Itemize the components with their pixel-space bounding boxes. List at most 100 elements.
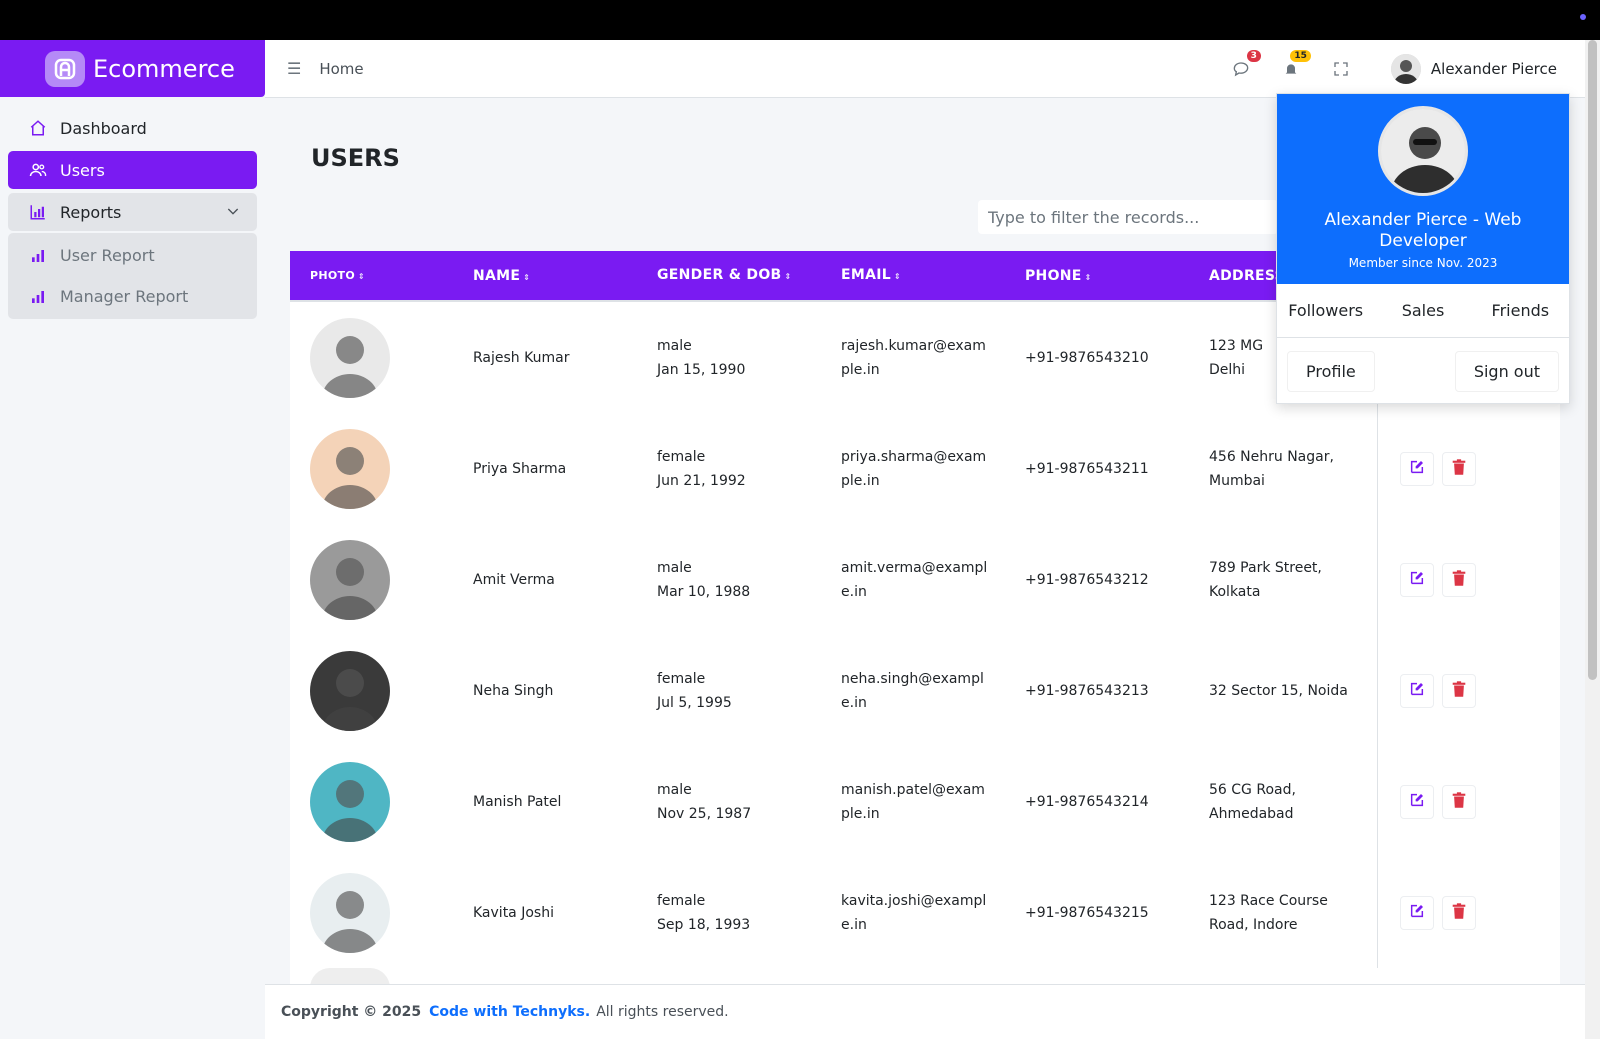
address-line: 123 Race Course [1209,892,1328,909]
trash-icon [1452,680,1466,701]
gender: female [657,892,706,909]
table-row: Manish Patel male Nov 25, 1987 manish.patel… [290,746,1560,857]
email-cell: kavita.joshi@exampl e.in [841,889,1025,937]
edit-button[interactable] [1400,895,1434,930]
scrollbar-thumb[interactable] [1588,40,1597,680]
delete-button[interactable] [1442,895,1476,930]
user-menu-toggle[interactable]: Alexander Pierce [1390,54,1557,84]
gender: male [657,337,692,354]
sort-icon: ⇕ [1084,272,1092,282]
sidebar-item-label: Dashboard [60,118,147,138]
dob: Jun 21, 1992 [657,472,746,489]
followers-link[interactable]: Followers [1277,301,1374,320]
dob: Jul 5, 1995 [657,694,732,711]
email-line: ple.in [841,361,880,378]
sales-link[interactable]: Sales [1374,301,1471,320]
address-line: 56 CG Road, [1209,781,1296,798]
messages-badge: 3 [1246,50,1261,62]
delete-button[interactable] [1442,562,1476,597]
gender-dob-cell: male Nov 25, 1987 [657,778,841,826]
dob: Mar 10, 1988 [657,583,751,600]
filter-input[interactable] [978,200,1278,234]
user-photo [310,872,390,953]
column-header-phone[interactable]: PHONE ⇕ [1025,268,1209,284]
fullscreen-icon[interactable] [1329,57,1353,81]
photo-cell [290,872,473,953]
header-actions: 3 15 Alexander Pierce [1229,40,1585,98]
sidebar-item-users[interactable]: Users [8,151,257,189]
actions-cell [1377,524,1484,635]
sign-out-button[interactable]: Sign out [1454,350,1559,392]
avatar [1378,106,1468,196]
footer-copyright: Copyright © 2025 [281,1004,422,1020]
photo-cell [290,428,473,509]
user-dropdown-stats: Followers Sales Friends [1277,284,1569,338]
brand-title: Ecommerce [93,54,235,83]
gender-dob-cell: female Jul 5, 1995 [657,667,841,715]
phone-cell: +91-9876543214 [1025,793,1149,810]
name-cell: Priya Sharma [473,460,567,477]
name-cell: Manish Patel [473,793,562,810]
table-row: Kavita Joshi female Sep 18, 1993 kavita.jos… [290,857,1560,968]
sidebar-item-user-report[interactable]: User Report [8,235,257,276]
photo-cell [290,761,473,842]
edit-button[interactable] [1400,673,1434,708]
column-header-email[interactable]: EMAIL ⇕ [841,263,1025,289]
hamburger-menu-icon[interactable]: ☰ [287,59,301,78]
gender-dob-cell: female Sep 18, 1993 [657,889,841,937]
email-line: e.in [841,583,867,600]
messages-icon[interactable]: 3 [1229,50,1261,81]
trash-icon [1452,458,1466,479]
table-row: Neha Singh female Jul 5, 1995 neha.singh@ex… [290,635,1560,746]
address-cell: 789 Park Street, Kolkata [1209,556,1359,604]
user-dropdown: Alexander Pierce - Web Developer Member … [1276,93,1570,404]
sidebar-item-dashboard[interactable]: Dashboard [8,109,257,147]
column-header-name[interactable]: NAME ⇕ [473,268,657,284]
delete-button[interactable] [1442,673,1476,708]
phone-cell: +91-9876543211 [1025,460,1149,477]
breadcrumb-home[interactable]: Home [319,60,363,78]
email-line: priya.sharma@exam [841,448,987,465]
address-line: 456 Nehru Nagar, [1209,448,1334,465]
edit-icon [1409,792,1425,812]
delete-button[interactable] [1442,784,1476,819]
indicator-dot [1580,14,1586,20]
browser-top-bar [0,0,1600,40]
name-cell: Amit Verma [473,571,555,588]
dob: Sep 18, 1993 [657,916,751,933]
delete-button[interactable] [1442,451,1476,486]
friends-link[interactable]: Friends [1472,301,1569,320]
edit-icon [1409,903,1425,923]
user-photo [310,428,390,509]
edit-button[interactable] [1400,562,1434,597]
notifications-icon[interactable]: 15 [1279,50,1311,81]
sidebar-item-label: Reports [60,202,122,222]
column-header-gender-dob[interactable]: GENDER & DOB ⇕ [657,263,841,289]
phone-cell: +91-9876543212 [1025,571,1149,588]
actions-cell [1377,413,1484,524]
address-cell: 123 Race Course Road, Indore [1209,889,1359,937]
email-line: e.in [841,694,867,711]
address-line: Ahmedabad [1209,805,1294,822]
gender-dob-cell: female Jun 21, 1992 [657,445,841,493]
footer-link[interactable]: Code with Technyks. [429,1004,590,1020]
brand[interactable]: Ecommerce [0,40,265,97]
profile-button[interactable]: Profile [1287,350,1375,392]
address-line: Kolkata [1209,583,1261,600]
email-line: e.in [841,916,867,933]
sidebar-item-manager-report[interactable]: Manager Report [8,276,257,317]
column-header-photo[interactable]: PHOTO ⇕ [290,269,473,282]
phone-cell: +91-9876543215 [1025,904,1149,921]
edit-button[interactable] [1400,784,1434,819]
sidebar-item-reports[interactable]: Reports [8,193,257,231]
notifications-badge: 15 [1290,50,1311,62]
email-cell: rajesh.kumar@exam ple.in [841,334,1025,382]
page-scrollbar[interactable] [1585,40,1600,1039]
trash-icon [1452,902,1466,923]
edit-button[interactable] [1400,451,1434,486]
gender: male [657,559,692,576]
address-line: Mumbai [1209,472,1265,489]
email-line: kavita.joshi@exampl [841,892,987,909]
sort-icon: ⇕ [784,271,792,281]
email-cell: priya.sharma@exam ple.in [841,445,1025,493]
